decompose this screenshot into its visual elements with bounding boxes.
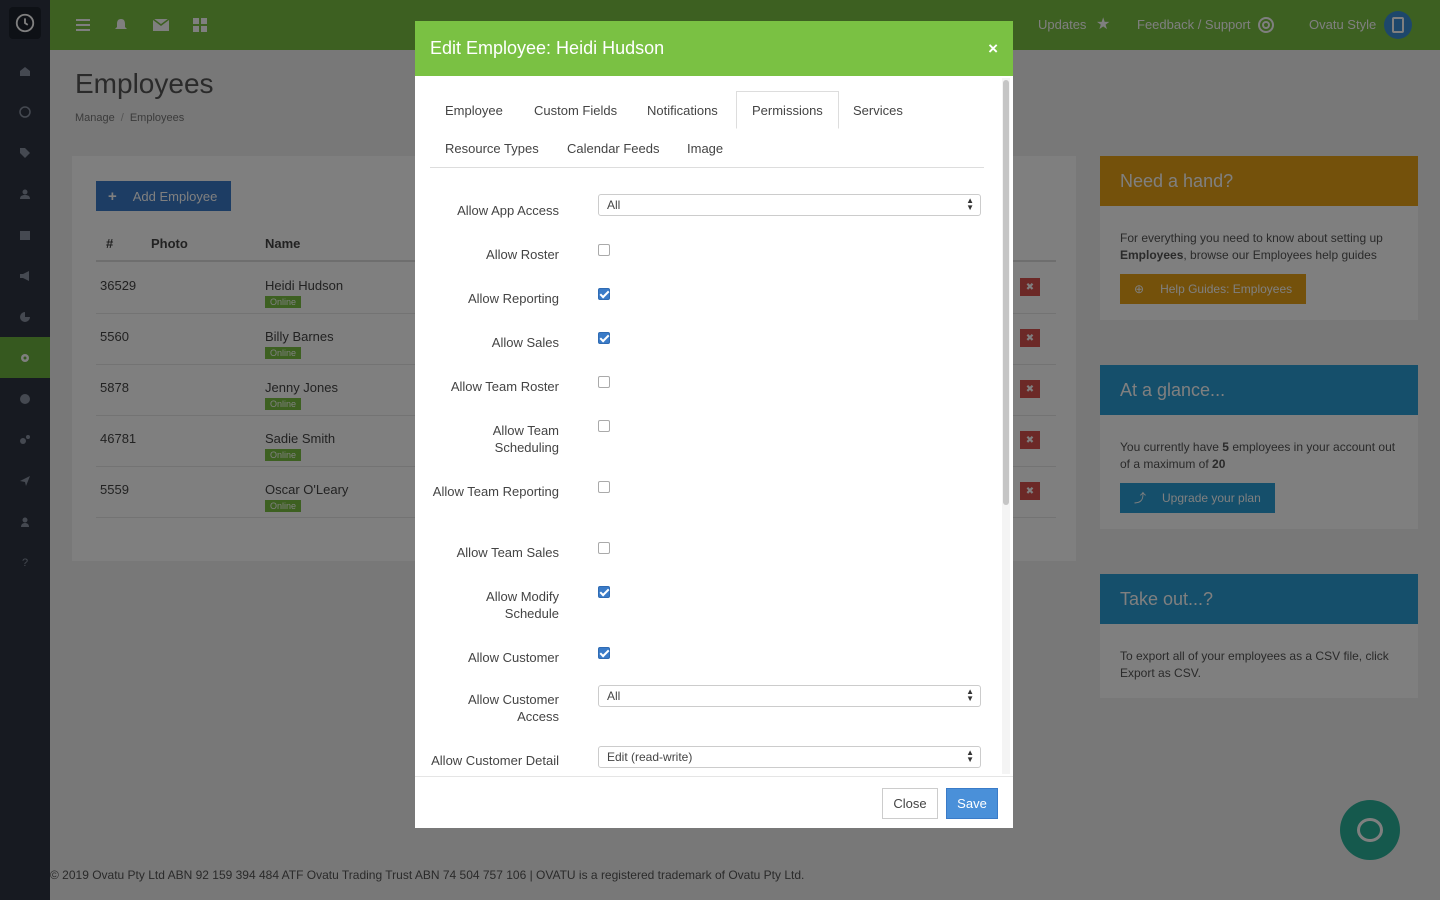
customer-access-label: Allow Customer Access [467, 692, 559, 724]
customer-access-value: All [607, 689, 621, 703]
reporting-label: Allow Reporting [467, 291, 559, 306]
customer-access-select[interactable]: All ▲ ▼ [598, 685, 981, 707]
team-reporting-label: Allow Team Reporting [432, 484, 559, 499]
team-roster-checkbox[interactable] [598, 376, 610, 388]
sales-label: Allow Sales [491, 335, 559, 350]
roster-label: Allow Roster [486, 247, 559, 262]
modal-tabs: Employee Custom Fields Notifications Per… [430, 91, 984, 168]
tab-permissions[interactable]: Permissions [736, 91, 839, 129]
edit-employee-modal: Edit Employee: Heidi Hudson × Employee C… [415, 21, 1013, 828]
customer-detail-label: Allow Customer Detail [431, 753, 559, 768]
save-button[interactable]: Save [946, 788, 998, 819]
customer-checkbox[interactable] [598, 647, 610, 659]
modal-header: Edit Employee: Heidi Hudson × [415, 21, 1013, 76]
reporting-checkbox[interactable] [598, 288, 610, 300]
app-access-select[interactable]: All ▲ ▼ [598, 194, 981, 216]
close-button[interactable]: Close [882, 788, 938, 819]
select-arrows-icon: ▲ ▼ [966, 687, 974, 703]
modify-schedule-checkbox[interactable] [598, 586, 610, 598]
team-roster-label: Allow Team Roster [450, 379, 559, 394]
app-access-label: Allow App Access [457, 203, 559, 218]
team-sales-label: Allow Team Sales [456, 545, 559, 560]
tab-custom-fields[interactable]: Custom Fields [519, 91, 632, 129]
customer-detail-select[interactable]: Edit (read-write) ▲ ▼ [598, 746, 981, 768]
tab-calendar-feeds[interactable]: Calendar Feeds [552, 129, 675, 167]
customer-detail-value: Edit (read-write) [607, 750, 693, 764]
team-scheduling-checkbox[interactable] [598, 420, 610, 432]
team-reporting-checkbox[interactable] [598, 481, 610, 493]
close-icon[interactable]: × [988, 39, 998, 59]
modal-footer: Close Save [415, 776, 1013, 828]
modal-body: Employee Custom Fields Notifications Per… [415, 76, 1013, 776]
modal-title: Edit Employee: Heidi Hudson [430, 38, 665, 58]
select-arrows-icon: ▲ ▼ [966, 748, 974, 764]
tab-notifications[interactable]: Notifications [632, 91, 733, 129]
modify-schedule-label: Allow Modify Schedule [486, 589, 559, 621]
modal-scrollbar[interactable] [1002, 78, 1010, 774]
tab-image[interactable]: Image [672, 129, 738, 167]
tab-resource-types[interactable]: Resource Types [430, 129, 554, 167]
select-arrows-icon: ▲ ▼ [966, 196, 974, 212]
tab-services[interactable]: Services [838, 91, 918, 129]
app-access-value: All [607, 198, 621, 212]
team-sales-checkbox[interactable] [598, 542, 610, 554]
modal-scrollbar-thumb[interactable] [1003, 80, 1009, 505]
tab-employee[interactable]: Employee [430, 91, 518, 129]
team-scheduling-label: Allow Team Scheduling [492, 423, 559, 455]
customer-label: Allow Customer [467, 650, 559, 665]
roster-checkbox[interactable] [598, 244, 610, 256]
sales-checkbox[interactable] [598, 332, 610, 344]
